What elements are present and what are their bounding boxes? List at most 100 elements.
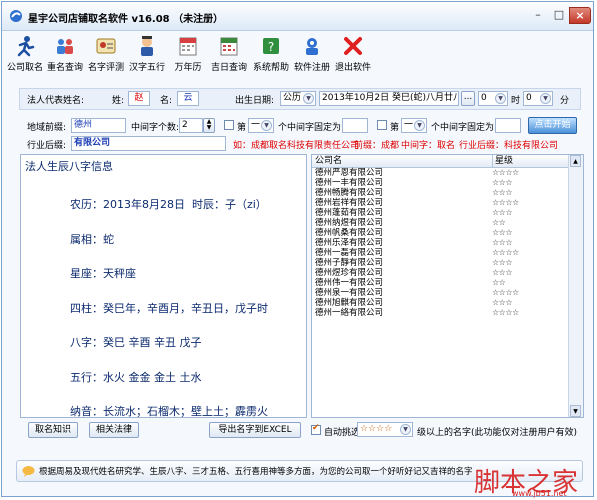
svg-text:?: ? bbox=[268, 40, 274, 54]
export-excel-button[interactable]: 导出名字到EXCEL bbox=[209, 422, 301, 438]
legal-rep-label: 法人代表姓名: bbox=[27, 96, 85, 106]
toolbar-hanzi-five-elements-button[interactable]: 汉字五行 bbox=[128, 35, 166, 73]
fix2-position-value: 一 bbox=[404, 120, 414, 130]
toolbar-label: 软件注册 bbox=[293, 63, 330, 73]
toolbar-label: 系统帮助 bbox=[252, 63, 289, 73]
bazi-eight-chars-line: 八字：癸巳 辛酉 辛丑 戊子 bbox=[70, 336, 202, 349]
middle-count-spinner[interactable]: ▲ ▼ bbox=[203, 118, 215, 133]
table-row[interactable]: 德州严恩有限公司 ☆☆☆☆ bbox=[312, 168, 519, 178]
birth-date-input[interactable]: 2013年10月2日 癸巳(蛇)八月廿八 bbox=[319, 91, 459, 106]
given-name-label: 名: bbox=[160, 96, 173, 106]
scholar-icon bbox=[141, 36, 153, 56]
chevron-down-icon: ▼ bbox=[261, 120, 272, 131]
min-star-value: ☆☆☆☆ bbox=[360, 424, 393, 434]
hour-select[interactable]: 0 ▼ bbox=[478, 91, 508, 106]
col-company-name[interactable]: 公司名 bbox=[315, 155, 342, 167]
toolbar: 公司取名 重名查询 名字评测 汉字五行 万年历 吉日查询 ? 系统帮助 软件注册 bbox=[2, 31, 593, 85]
table-row[interactable]: 德州纳煜有限公司 ☆☆ bbox=[312, 218, 506, 228]
fix1-checkbox[interactable] bbox=[224, 120, 234, 130]
toolbar-company-naming-button[interactable]: 公司取名 bbox=[6, 35, 44, 73]
fix1-position-select[interactable]: 一 ▼ bbox=[248, 118, 274, 133]
middle-count-input[interactable]: 2 bbox=[179, 118, 203, 133]
toolbar-name-evaluation-button[interactable]: 名字评测 bbox=[87, 35, 125, 73]
toolbar-auspicious-day-button[interactable]: 吉日查询 bbox=[210, 35, 248, 73]
naming-knowledge-button[interactable]: 取名知识 bbox=[28, 422, 78, 438]
table-row[interactable]: 德州泉一有限公司 ☆☆☆☆ bbox=[312, 288, 519, 298]
bazi-info-panel[interactable]: 法人生辰八字信息 农历：2013年8月28日 时辰：子（zi） 属相：蛇 星座：… bbox=[20, 154, 307, 418]
minute-select[interactable]: 0 ▼ bbox=[523, 91, 553, 106]
hour-unit-label: 时 bbox=[511, 96, 521, 106]
table-row[interactable]: 德州子靜有限公司 ☆☆☆ bbox=[312, 258, 513, 268]
star-rating-cell: ☆☆☆☆ bbox=[492, 248, 519, 257]
fix2-position-select[interactable]: 一 ▼ bbox=[401, 118, 427, 133]
company-name-cell: 德州煜珍有限公司 bbox=[315, 268, 384, 278]
minimize-button[interactable]: – bbox=[527, 7, 549, 24]
app-logo-icon bbox=[10, 10, 22, 22]
industry-suffix-input[interactable]: 有限公司 bbox=[71, 136, 226, 151]
table-row[interactable]: 德州一丰有限公司 ☆☆☆ bbox=[312, 178, 513, 188]
star-rating-cell: ☆☆☆ bbox=[492, 188, 513, 197]
company-name-cell: 德州子靜有限公司 bbox=[315, 258, 384, 268]
related-law-button[interactable]: 相关法律 bbox=[89, 422, 139, 438]
table-row[interactable]: 德州乐泽有限公司 ☆☆☆ bbox=[312, 238, 513, 248]
calendar-type-select[interactable]: 公历 ▼ bbox=[280, 91, 316, 106]
fix2-char-input[interactable] bbox=[495, 118, 521, 133]
toolbar-help-button[interactable]: ? 系统帮助 bbox=[252, 35, 290, 73]
suffix-example: 行业后缀：科技有限公司 bbox=[459, 141, 559, 151]
middle-example: 中间字：取名 bbox=[401, 141, 456, 151]
table-row[interactable]: 德州旭麒有限公司 ☆☆☆ bbox=[312, 298, 513, 308]
star-rating-cell: ☆☆☆ bbox=[492, 258, 513, 267]
table-row[interactable]: 德州一絡有限公司 ☆☆☆☆ bbox=[312, 308, 519, 318]
table-row[interactable]: 德州煜珍有限公司 ☆☆☆ bbox=[312, 268, 513, 278]
toolbar-label: 退出软件 bbox=[334, 63, 371, 73]
middle-count-label: 中间字个数: bbox=[131, 123, 180, 133]
toolbar-duplicate-name-check-button[interactable]: 重名查询 bbox=[46, 35, 84, 73]
table-row[interactable]: 德州帆桑有限公司 ☆☆☆ bbox=[312, 228, 513, 238]
close-button[interactable]: × bbox=[569, 7, 591, 24]
calendar-type-value: 公历 bbox=[283, 93, 302, 103]
surname-input[interactable]: 赵 bbox=[128, 91, 150, 106]
title-bar[interactable]: 星宇公司店铺取名软件 v16.08 （未注册） – □ × bbox=[2, 2, 593, 31]
start-button[interactable]: 点击开始 bbox=[528, 117, 577, 134]
bazi-lines: 农历：2013年8月28日 时辰：子（zi） 属相：蛇 星座：天秤座 四柱：癸巳… bbox=[70, 176, 268, 417]
table-row[interactable]: 德州伟一有限公司 ☆☆ bbox=[312, 278, 506, 288]
given-name-input[interactable]: 云 bbox=[177, 91, 199, 106]
min-star-select[interactable]: ☆☆☆☆ ▼ bbox=[357, 422, 413, 437]
auto-filter-label: 自动挑选 bbox=[324, 428, 361, 438]
fix1-char-input[interactable] bbox=[342, 118, 368, 133]
results-list[interactable]: 公司名 星级 德州严恩有限公司 ☆☆☆☆ 德州一丰有限公司 ☆☆☆ 德州畅腾有限公司 ☆☆… bbox=[311, 154, 584, 418]
table-row[interactable]: 德州畅腾有限公司 ☆☆☆ bbox=[312, 188, 513, 198]
fix2-checkbox[interactable] bbox=[377, 120, 387, 130]
bazi-lunar-line: 农历：2013年8月28日 时辰：子（zi） bbox=[70, 198, 267, 211]
scroll-up-icon[interactable]: ▲ bbox=[570, 155, 581, 167]
auto-filter-checkbox[interactable] bbox=[311, 423, 321, 435]
star-rating-cell: ☆☆☆☆ bbox=[492, 198, 519, 207]
bazi-heading: 法人生辰八字信息 bbox=[25, 160, 113, 173]
results-scrollbar[interactable]: ▲ ▼ bbox=[568, 155, 583, 417]
region-prefix-input[interactable]: 德州 bbox=[71, 118, 126, 133]
chevron-down-icon: ▼ bbox=[303, 93, 314, 104]
watermark-url: www.jb51.net bbox=[512, 489, 567, 498]
restore-button[interactable]: □ bbox=[548, 7, 570, 24]
company-name-cell: 德州一絡有限公司 bbox=[315, 308, 384, 318]
table-row[interactable]: 德州一磊有限公司 ☆☆☆☆ bbox=[312, 248, 519, 258]
window-title: 星宇公司店铺取名软件 v16.08 （未注册） bbox=[28, 14, 224, 25]
toolbar-exit-button[interactable]: 退出软件 bbox=[334, 35, 372, 73]
star-rating-cell: ☆☆☆ bbox=[492, 178, 513, 187]
table-row[interactable]: 德州蓬茹有限公司 ☆☆☆ bbox=[312, 208, 513, 218]
chevron-down-icon: ▼ bbox=[414, 120, 425, 131]
fix2-suffix: 个中间字固定为 bbox=[431, 123, 495, 133]
register-icon bbox=[306, 38, 318, 55]
col-star-rating[interactable]: 星级 bbox=[492, 155, 513, 167]
help-book-icon: ? bbox=[263, 38, 279, 54]
toolbar-perpetual-calendar-button[interactable]: 万年历 bbox=[169, 35, 207, 73]
toolbar-register-button[interactable]: 软件注册 bbox=[293, 35, 331, 73]
scroll-down-icon[interactable]: ▼ bbox=[570, 405, 581, 417]
status-text: 根据周易及现代姓名研究学、生辰八字、三才五格、五行喜用神等多方面，为您的公司取一… bbox=[39, 467, 473, 477]
fix1-position-value: 一 bbox=[251, 120, 261, 130]
company-name-cell: 德州一磊有限公司 bbox=[315, 248, 384, 258]
date-picker-button[interactable]: ... bbox=[461, 91, 475, 106]
table-row[interactable]: 德州岩祥有限公司 ☆☆☆☆ bbox=[312, 198, 519, 208]
star-rating-cell: ☆☆☆ bbox=[492, 208, 513, 217]
company-name-cell: 德州帆桑有限公司 bbox=[315, 228, 384, 238]
